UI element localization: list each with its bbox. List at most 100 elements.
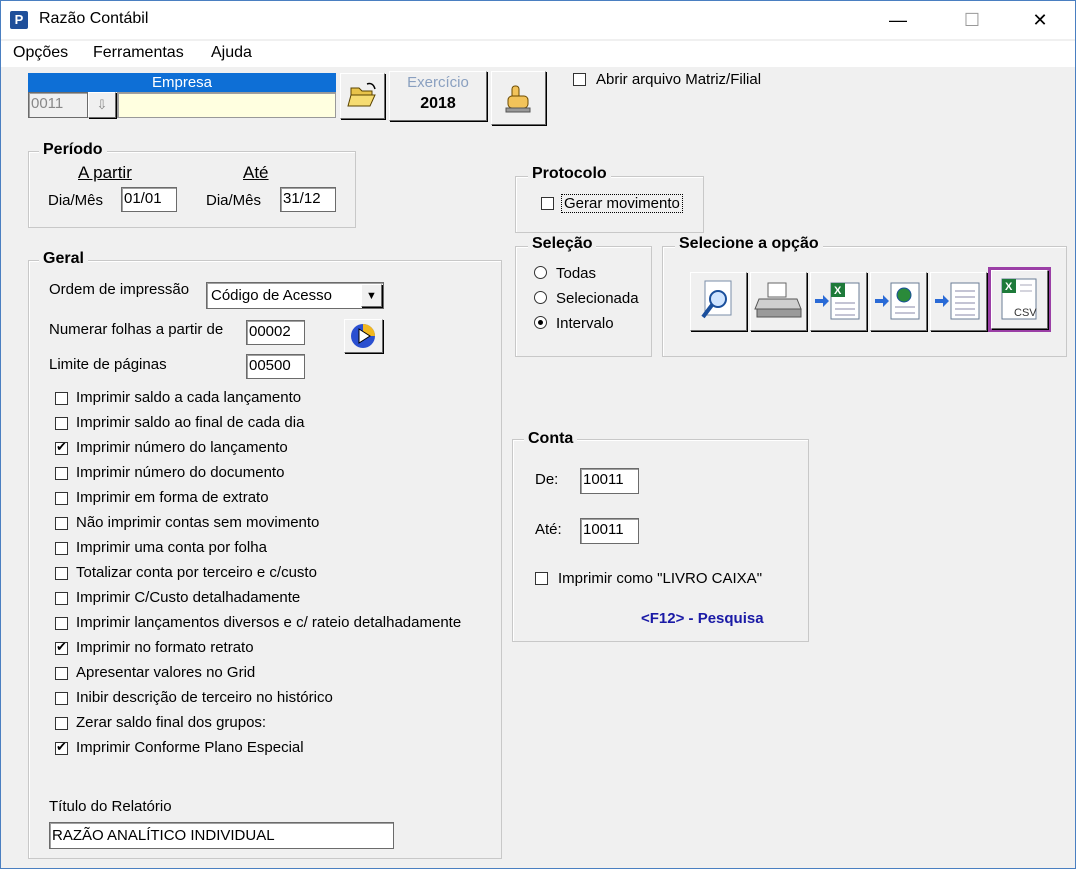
ate-label: Até xyxy=(243,163,269,182)
svg-text:X: X xyxy=(1005,281,1013,293)
selecione-opcao-title: Selecione a opção xyxy=(675,235,823,253)
geral-checkbox-6[interactable] xyxy=(55,517,68,530)
selecao-todas-label: Todas xyxy=(556,265,597,282)
menu-ferramentas[interactable]: Ferramentas xyxy=(93,44,184,62)
geral-checkbox-label-6: Não imprimir contas sem movimento xyxy=(76,514,320,531)
ordem-select[interactable]: Código de Acesso ▼ xyxy=(206,282,384,309)
geral-checkbox-13[interactable] xyxy=(55,692,68,705)
svg-text:X: X xyxy=(834,285,842,297)
geral-checkbox-label-5: Imprimir em forma de extrato xyxy=(76,489,269,506)
periodo-from-field[interactable]: 01/01 xyxy=(121,187,177,212)
selecao-title: Seleção xyxy=(528,235,597,253)
geral-checkbox-5[interactable] xyxy=(55,492,68,505)
geral-checkbox-3[interactable] xyxy=(55,439,68,455)
app-icon: P xyxy=(10,11,28,29)
geral-checkbox-label-11: Imprimir no formato retrato xyxy=(76,639,254,656)
export-web-button[interactable] xyxy=(870,272,927,331)
limite-label: Limite de páginas xyxy=(49,356,167,373)
limite-field[interactable]: 00500 xyxy=(246,354,305,379)
numerar-label: Numerar folhas a partir de xyxy=(49,321,224,338)
preview-button[interactable] xyxy=(690,272,747,331)
selecao-selecionada-radio[interactable] xyxy=(534,291,547,304)
geral-checkbox-2[interactable] xyxy=(55,417,68,430)
conta-de-label: De: xyxy=(535,471,559,488)
periodo-title: Período xyxy=(39,141,107,159)
exercicio-label: Exercício xyxy=(407,74,469,91)
livro-caixa-checkbox[interactable] xyxy=(535,572,548,585)
geral-checkbox-12[interactable] xyxy=(55,667,68,680)
selecao-todas-radio[interactable] xyxy=(534,266,547,279)
geral-checkbox-label-1: Imprimir saldo a cada lançamento xyxy=(76,389,302,406)
periodo-to-field[interactable]: 31/12 xyxy=(280,187,336,212)
config-button[interactable] xyxy=(491,71,546,125)
ordem-label: Ordem de impressão xyxy=(49,281,190,298)
a-partir-label: A partir xyxy=(78,163,132,182)
titulo-relatorio-field[interactable]: RAZÃO ANALÍTICO INDIVIDUAL xyxy=(49,822,394,849)
hand-pointer-icon xyxy=(505,85,531,113)
geral-title: Geral xyxy=(39,250,88,268)
selecao-selecionada-label: Selecionada xyxy=(556,290,639,307)
csv-label: CSV xyxy=(1014,307,1037,319)
menu-ajuda[interactable]: Ajuda xyxy=(211,44,252,62)
download-arrow-icon: ⇩ xyxy=(96,97,108,112)
protocolo-title: Protocolo xyxy=(528,165,611,183)
geral-checkbox-label-10: Imprimir lançamentos diversos e c/ ratei… xyxy=(76,614,462,631)
open-folder-button[interactable] xyxy=(340,73,385,119)
selecao-intervalo-radio[interactable] xyxy=(534,316,547,329)
geral-checkbox-8[interactable] xyxy=(55,567,68,580)
print-button[interactable] xyxy=(750,272,807,331)
geral-checkbox-11[interactable] xyxy=(55,639,68,655)
gerar-movimento-checkbox[interactable] xyxy=(541,197,554,210)
geral-checkbox-label-4: Imprimir número do documento xyxy=(76,464,285,481)
export-document-button[interactable] xyxy=(930,272,987,331)
abrir-matriz-checkbox[interactable] xyxy=(573,73,586,86)
geral-checkbox-label-2: Imprimir saldo ao final de cada dia xyxy=(76,414,305,431)
geral-checkbox-label-8: Totalizar conta por terceiro e c/custo xyxy=(76,564,317,581)
chevron-down-icon: ▼ xyxy=(366,290,377,302)
pesquisa-hint: <F12> - Pesquisa xyxy=(641,610,764,627)
export-excel-icon: X xyxy=(815,282,860,320)
export-excel-button[interactable]: X xyxy=(810,272,867,331)
preview-icon xyxy=(701,280,732,319)
export-csv-button[interactable]: X CSV xyxy=(991,270,1048,329)
empresa-code-field[interactable]: 0011 xyxy=(28,92,88,118)
geral-checkbox-9[interactable] xyxy=(55,592,68,605)
conta-de-field[interactable]: 10011 xyxy=(580,468,639,494)
minimize-button[interactable]: — xyxy=(875,1,921,39)
titulo-relatorio-label: Título do Relatório xyxy=(49,798,172,815)
close-button[interactable]: ✕ xyxy=(1017,1,1063,39)
conta-ate-field[interactable]: 10011 xyxy=(580,518,639,544)
gerar-movimento-label: Gerar movimento xyxy=(561,194,683,213)
geral-checkbox-14[interactable] xyxy=(55,717,68,730)
geral-checkbox-label-15: Imprimir Conforme Plano Especial xyxy=(76,739,304,756)
abrir-matriz-label: Abrir arquivo Matriz/Filial xyxy=(596,71,762,88)
menu-opcoes[interactable]: Opções xyxy=(13,44,68,62)
exercicio-box[interactable]: Exercício 2018 xyxy=(389,71,487,121)
geral-checkbox-1[interactable] xyxy=(55,392,68,405)
ordem-dropdown-button[interactable]: ▼ xyxy=(361,284,382,307)
empresa-name-field[interactable] xyxy=(117,92,336,118)
geral-checkbox-10[interactable] xyxy=(55,617,68,630)
export-csv-icon: X xyxy=(1001,278,1037,320)
printer-icon xyxy=(754,282,802,318)
conta-title: Conta xyxy=(524,430,578,448)
dia-mes-to-label: Dia/Mês xyxy=(206,192,262,209)
export-document-icon xyxy=(935,282,980,320)
geral-checkbox-label-3: Imprimir número do lançamento xyxy=(76,439,288,456)
window-title: Razão Contábil xyxy=(39,10,149,27)
geral-checkbox-4[interactable] xyxy=(55,467,68,480)
maximize-button[interactable]: ☐ xyxy=(949,1,995,39)
geral-checkbox-7[interactable] xyxy=(55,542,68,555)
numerar-field[interactable]: 00002 xyxy=(246,320,305,345)
geral-checkbox-label-7: Imprimir uma conta por folha xyxy=(76,539,267,556)
ordem-select-value: Código de Acesso xyxy=(211,287,332,304)
empresa-header: Empresa xyxy=(28,73,336,92)
numerar-action-button[interactable] xyxy=(344,319,383,353)
livro-caixa-label: Imprimir como "LIVRO CAIXA" xyxy=(558,570,763,587)
selecao-intervalo-label: Intervalo xyxy=(556,315,614,332)
exercicio-year: 2018 xyxy=(420,95,456,112)
geral-checkbox-15[interactable] xyxy=(55,739,68,755)
empresa-lookup-button[interactable]: ⇩ xyxy=(88,92,116,118)
geral-group xyxy=(28,260,502,859)
main-window: P Razão Contábil — ☐ ✕ Opções Ferramenta… xyxy=(0,0,1076,869)
